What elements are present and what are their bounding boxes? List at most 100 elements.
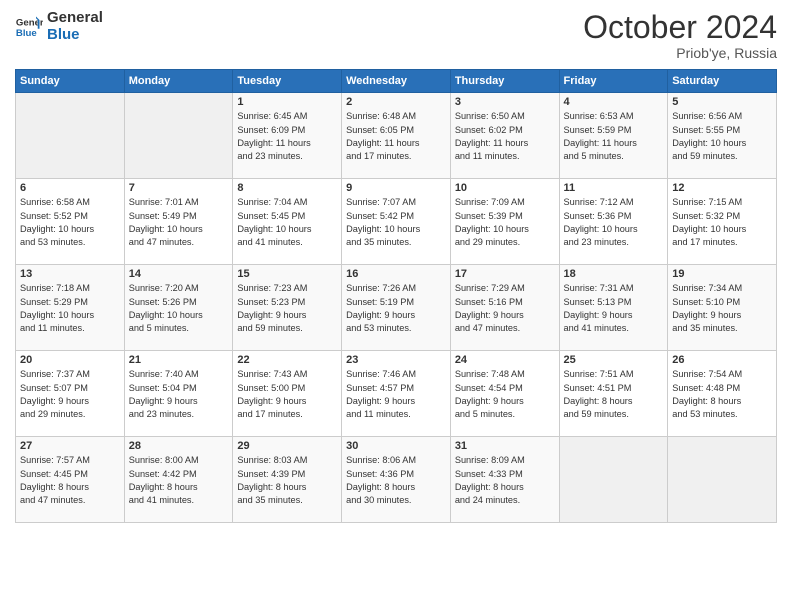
logo-icon: General Blue (15, 13, 43, 41)
day-info: Sunrise: 8:09 AM Sunset: 4:33 PM Dayligh… (455, 454, 555, 507)
day-number: 7 (129, 182, 229, 194)
day-number: 16 (346, 268, 446, 280)
day-info: Sunrise: 7:31 AM Sunset: 5:13 PM Dayligh… (564, 282, 664, 335)
weekday-header: Tuesday (233, 70, 342, 93)
calendar-cell: 25 Sunrise: 7:51 AM Sunset: 4:51 PM Dayli… (559, 351, 668, 437)
calendar-cell: 29 Sunrise: 8:03 AM Sunset: 4:39 PM Dayli… (233, 437, 342, 523)
day-info: Sunrise: 7:51 AM Sunset: 4:51 PM Dayligh… (564, 368, 664, 421)
calendar-week-row: 6Sunrise: 6:58 AM Sunset: 5:52 PM Daylig… (16, 179, 777, 265)
calendar-cell: 26Sunrise: 7:54 AM Sunset: 4:48 PM Dayli… (668, 351, 777, 437)
calendar-cell: 28 Sunrise: 8:00 AM Sunset: 4:42 PM Dayli… (124, 437, 233, 523)
day-number: 8 (237, 182, 337, 194)
day-number: 22 (237, 354, 337, 366)
calendar-cell: 2 Sunrise: 6:48 AM Sunset: 6:05 PM Daylig… (342, 93, 451, 179)
day-info: Sunrise: 8:06 AM Sunset: 4:36 PM Dayligh… (346, 454, 446, 507)
day-info: Sunrise: 7:37 AM Sunset: 5:07 PM Dayligh… (20, 368, 120, 421)
day-number: 19 (672, 268, 772, 280)
day-info: Sunrise: 7:23 AM Sunset: 5:23 PM Dayligh… (237, 282, 337, 335)
calendar-cell: 4Sunrise: 6:53 AM Sunset: 5:59 PM Daylig… (559, 93, 668, 179)
calendar-cell: 9 Sunrise: 7:07 AM Sunset: 5:42 PM Daylig… (342, 179, 451, 265)
calendar-cell: 30 Sunrise: 8:06 AM Sunset: 4:36 PM Dayli… (342, 437, 451, 523)
header: General Blue General Blue October 2024 P… (15, 10, 777, 61)
day-number: 14 (129, 268, 229, 280)
weekday-header: Friday (559, 70, 668, 93)
calendar-header-row: SundayMondayTuesdayWednesdayThursdayFrid… (16, 70, 777, 93)
day-info: Sunrise: 7:46 AM Sunset: 4:57 PM Dayligh… (346, 368, 446, 421)
day-info: Sunrise: 7:34 AM Sunset: 5:10 PM Dayligh… (672, 282, 772, 335)
day-number: 29 (237, 440, 337, 452)
day-number: 15 (237, 268, 337, 280)
calendar-cell: 23 Sunrise: 7:46 AM Sunset: 4:57 PM Dayli… (342, 351, 451, 437)
day-number: 10 (455, 182, 555, 194)
calendar-cell: 19 Sunrise: 7:34 AM Sunset: 5:10 PM Dayli… (668, 265, 777, 351)
calendar-table: SundayMondayTuesdayWednesdayThursdayFrid… (15, 69, 777, 523)
day-number: 12 (672, 182, 772, 194)
calendar-week-row: 13 Sunrise: 7:18 AM Sunset: 5:29 PM Dayli… (16, 265, 777, 351)
month-title: October 2024 (583, 10, 777, 45)
day-number: 4 (564, 96, 664, 108)
calendar-cell: 11Sunrise: 7:12 AM Sunset: 5:36 PM Dayli… (559, 179, 668, 265)
day-number: 3 (455, 96, 555, 108)
calendar-cell: 15 Sunrise: 7:23 AM Sunset: 5:23 PM Dayli… (233, 265, 342, 351)
day-number: 2 (346, 96, 446, 108)
day-info: Sunrise: 7:29 AM Sunset: 5:16 PM Dayligh… (455, 282, 555, 335)
day-number: 21 (129, 354, 229, 366)
day-number: 18 (564, 268, 664, 280)
calendar-cell: 31 Sunrise: 8:09 AM Sunset: 4:33 PM Dayli… (450, 437, 559, 523)
day-number: 5 (672, 96, 772, 108)
logo-blue: Blue (47, 27, 103, 44)
day-info: Sunrise: 7:04 AM Sunset: 5:45 PM Dayligh… (237, 196, 337, 249)
calendar-cell: 17Sunrise: 7:29 AM Sunset: 5:16 PM Dayli… (450, 265, 559, 351)
day-info: Sunrise: 7:01 AM Sunset: 5:49 PM Dayligh… (129, 196, 229, 249)
page: General Blue General Blue October 2024 P… (0, 0, 792, 612)
day-info: Sunrise: 7:15 AM Sunset: 5:32 PM Dayligh… (672, 196, 772, 249)
calendar-cell: 3 Sunrise: 6:50 AM Sunset: 6:02 PM Daylig… (450, 93, 559, 179)
day-info: Sunrise: 7:54 AM Sunset: 4:48 PM Dayligh… (672, 368, 772, 421)
day-number: 1 (237, 96, 337, 108)
calendar-cell: 22Sunrise: 7:43 AM Sunset: 5:00 PM Dayli… (233, 351, 342, 437)
calendar-cell (668, 437, 777, 523)
weekday-header: Thursday (450, 70, 559, 93)
day-number: 28 (129, 440, 229, 452)
calendar-cell: 21 Sunrise: 7:40 AM Sunset: 5:04 PM Dayli… (124, 351, 233, 437)
day-info: Sunrise: 6:48 AM Sunset: 6:05 PM Dayligh… (346, 110, 446, 163)
weekday-header: Wednesday (342, 70, 451, 93)
day-number: 24 (455, 354, 555, 366)
day-info: Sunrise: 6:50 AM Sunset: 6:02 PM Dayligh… (455, 110, 555, 163)
calendar-cell (124, 93, 233, 179)
day-info: Sunrise: 7:26 AM Sunset: 5:19 PM Dayligh… (346, 282, 446, 335)
calendar-cell (559, 437, 668, 523)
day-number: 25 (564, 354, 664, 366)
day-number: 23 (346, 354, 446, 366)
day-number: 13 (20, 268, 120, 280)
calendar-week-row: 27Sunrise: 7:57 AM Sunset: 4:45 PM Dayli… (16, 437, 777, 523)
title-block: October 2024 Priob'ye, Russia (583, 10, 777, 61)
calendar-week-row: 1 Sunrise: 6:45 AM Sunset: 6:09 PM Daylig… (16, 93, 777, 179)
calendar-cell: 6Sunrise: 6:58 AM Sunset: 5:52 PM Daylig… (16, 179, 125, 265)
day-info: Sunrise: 7:09 AM Sunset: 5:39 PM Dayligh… (455, 196, 555, 249)
day-number: 31 (455, 440, 555, 452)
calendar-cell: 14 Sunrise: 7:20 AM Sunset: 5:26 PM Dayli… (124, 265, 233, 351)
day-info: Sunrise: 7:18 AM Sunset: 5:29 PM Dayligh… (20, 282, 120, 335)
day-info: Sunrise: 6:45 AM Sunset: 6:09 PM Dayligh… (237, 110, 337, 163)
day-info: Sunrise: 7:20 AM Sunset: 5:26 PM Dayligh… (129, 282, 229, 335)
calendar-body: 1 Sunrise: 6:45 AM Sunset: 6:09 PM Daylig… (16, 93, 777, 523)
calendar-week-row: 20Sunrise: 7:37 AM Sunset: 5:07 PM Dayli… (16, 351, 777, 437)
day-info: Sunrise: 8:03 AM Sunset: 4:39 PM Dayligh… (237, 454, 337, 507)
logo-general: General (47, 10, 103, 27)
day-info: Sunrise: 7:07 AM Sunset: 5:42 PM Dayligh… (346, 196, 446, 249)
day-number: 11 (564, 182, 664, 194)
calendar-cell: 1 Sunrise: 6:45 AM Sunset: 6:09 PM Daylig… (233, 93, 342, 179)
day-info: Sunrise: 7:40 AM Sunset: 5:04 PM Dayligh… (129, 368, 229, 421)
calendar-cell: 8 Sunrise: 7:04 AM Sunset: 5:45 PM Daylig… (233, 179, 342, 265)
day-number: 9 (346, 182, 446, 194)
calendar-cell: 10 Sunrise: 7:09 AM Sunset: 5:39 PM Dayli… (450, 179, 559, 265)
day-number: 30 (346, 440, 446, 452)
logo: General Blue General Blue (15, 10, 103, 43)
weekday-header: Sunday (16, 70, 125, 93)
calendar-cell: 7 Sunrise: 7:01 AM Sunset: 5:49 PM Daylig… (124, 179, 233, 265)
calendar-cell: 5Sunrise: 6:56 AM Sunset: 5:55 PM Daylig… (668, 93, 777, 179)
day-number: 6 (20, 182, 120, 194)
day-info: Sunrise: 8:00 AM Sunset: 4:42 PM Dayligh… (129, 454, 229, 507)
weekday-header: Saturday (668, 70, 777, 93)
